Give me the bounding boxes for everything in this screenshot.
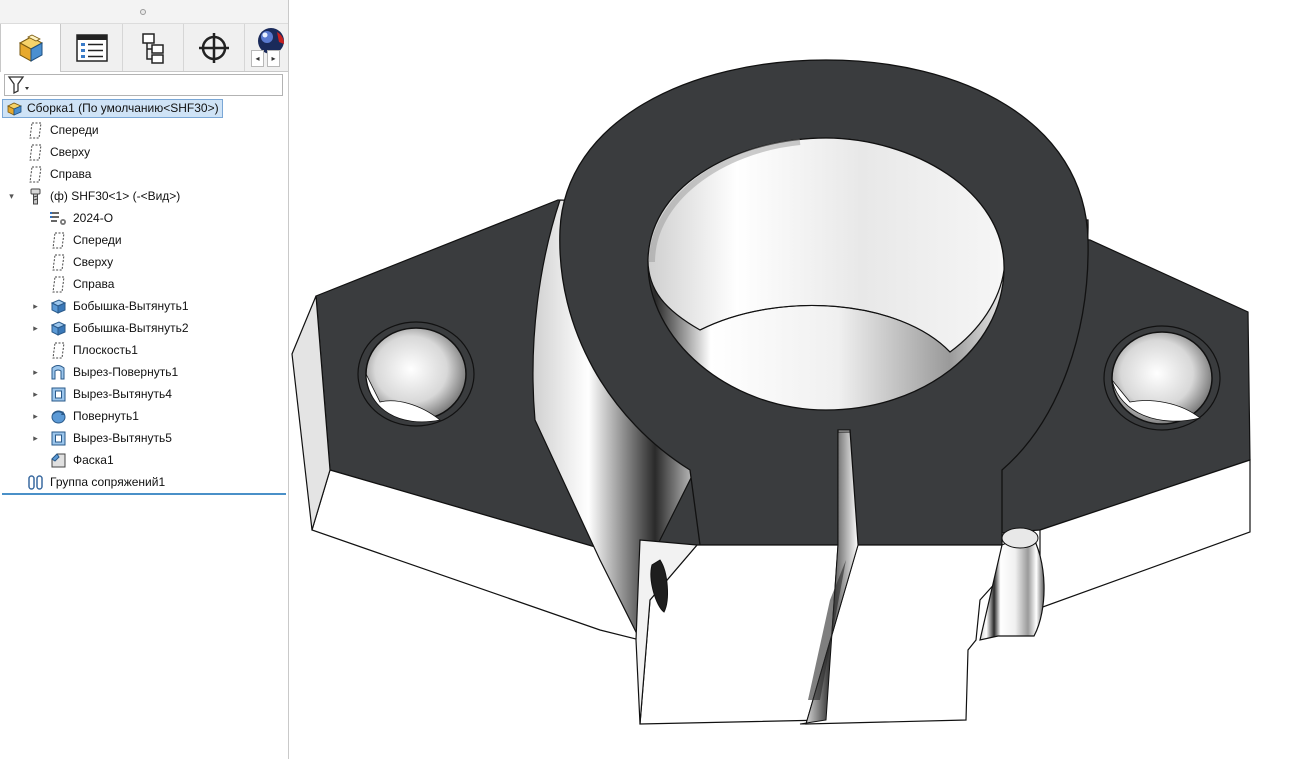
cut-extrude-icon bbox=[50, 386, 67, 403]
tree-label: Фаска1 bbox=[73, 453, 114, 467]
tree-item-chamfer1[interactable]: Фаска1 bbox=[50, 449, 114, 471]
tree-item-cut-extrude4[interactable]: Вырез-Вытянуть4 bbox=[50, 383, 172, 405]
screw-boss-face bbox=[1001, 527, 1039, 549]
tab-configurationmanager[interactable] bbox=[123, 24, 184, 71]
propertymanager-icon bbox=[76, 33, 108, 62]
root-selection: Сборка1 (По умолчанию<SHF30>) bbox=[2, 98, 223, 118]
tree-item-material[interactable]: 2024-O bbox=[50, 207, 113, 229]
tab-dimxpertmanager[interactable] bbox=[184, 24, 245, 71]
expand-arrow-icon[interactable]: ▸ bbox=[31, 368, 40, 377]
tree-item-revolve1[interactable]: Повернуть1 bbox=[50, 405, 139, 427]
expand-arrow-icon[interactable]: ▸ bbox=[31, 390, 40, 399]
tree-label: Группа сопряжений1 bbox=[50, 475, 166, 489]
tree-label: Сверху bbox=[50, 145, 91, 159]
tree-item-sub-plane-front[interactable]: Спереди bbox=[50, 229, 122, 251]
filter-icon[interactable] bbox=[7, 75, 31, 95]
expand-arrow-icon[interactable]: ▸ bbox=[31, 324, 40, 333]
shaft-support-model[interactable] bbox=[290, 0, 1289, 759]
chamfer-icon bbox=[50, 452, 67, 469]
tree-label: Вырез-Повернуть1 bbox=[73, 365, 179, 379]
graphics-area[interactable] bbox=[290, 0, 1289, 759]
tree-label: Повернуть1 bbox=[73, 409, 139, 423]
assembly-icon bbox=[6, 100, 23, 117]
tree-label: Плоскость1 bbox=[73, 343, 138, 357]
manager-tab-strip: ◂ ▸ bbox=[0, 24, 288, 72]
tree-item-cut-extrude5[interactable]: Вырез-Вытянуть5 bbox=[50, 427, 172, 449]
material-icon bbox=[50, 210, 67, 227]
grip-dot bbox=[140, 9, 146, 15]
tree-item-component[interactable]: (ф) SHF30<1> (-<Вид>) bbox=[27, 185, 180, 207]
part-component-icon bbox=[27, 188, 44, 205]
tree-label-root: Сборка1 (По умолчанию<SHF30>) bbox=[27, 101, 219, 115]
plane-icon bbox=[50, 276, 67, 293]
tree-item-boss-extrude1[interactable]: Бобышка-Вытянуть1 bbox=[50, 295, 189, 317]
tree-item-plane-front[interactable]: Спереди bbox=[27, 119, 99, 141]
tree-item-plane1[interactable]: Плоскость1 bbox=[50, 339, 138, 361]
plane-icon bbox=[27, 144, 44, 161]
plane-icon bbox=[50, 342, 67, 359]
tree-label: Бобышка-Вытянуть1 bbox=[73, 299, 189, 313]
tab-featuremanager[interactable] bbox=[0, 24, 61, 72]
tree-item-sub-plane-top[interactable]: Сверху bbox=[50, 251, 113, 273]
panel-resize-grip[interactable] bbox=[0, 0, 288, 24]
mates-icon bbox=[27, 474, 44, 491]
tree-item-mates[interactable]: Группа сопряжений1 bbox=[27, 471, 165, 493]
tab-scroll-right-button[interactable]: ▸ bbox=[267, 50, 280, 67]
filter-row bbox=[0, 72, 288, 98]
tree-item-boss-extrude2[interactable]: Бобышка-Вытянуть2 bbox=[50, 317, 189, 339]
tree-filter-box[interactable] bbox=[4, 74, 283, 96]
boss-extrude-icon bbox=[50, 298, 67, 315]
tree-item-plane-top[interactable]: Сверху bbox=[27, 141, 90, 163]
dimxpert-icon bbox=[199, 32, 229, 63]
tree-label: Вырез-Вытянуть4 bbox=[73, 387, 172, 401]
tree-label: Справа bbox=[73, 277, 115, 291]
tab-scroll-left-button[interactable]: ◂ bbox=[251, 50, 264, 67]
revolve-cut-icon bbox=[50, 364, 67, 381]
featuremanager-icon bbox=[18, 34, 43, 62]
expand-arrow-icon[interactable]: ▸ bbox=[31, 434, 40, 443]
plane-icon bbox=[50, 254, 67, 271]
plane-icon bbox=[27, 122, 44, 139]
tab-displaymanager[interactable]: ◂ ▸ bbox=[245, 24, 289, 71]
revolve-icon bbox=[50, 408, 67, 425]
tree-label: Справа bbox=[50, 167, 92, 181]
tree-label: Сверху bbox=[73, 255, 114, 269]
tree-label: (ф) SHF30<1> (-<Вид>) bbox=[50, 189, 181, 203]
expand-arrow-icon[interactable]: ▸ bbox=[31, 302, 40, 311]
tree-label: Спереди bbox=[50, 123, 99, 137]
tree-item-root-assembly[interactable]: Сборка1 (По умолчанию<SHF30>) bbox=[2, 97, 223, 119]
tree-item-sub-plane-right[interactable]: Справа bbox=[50, 273, 114, 295]
expand-arrow-icon[interactable]: ▸ bbox=[31, 412, 40, 421]
featuremanager-panel: ◂ ▸ Сборка1 (По умолчанию<SHF30>) Сперед… bbox=[0, 0, 289, 759]
tree-item-revolve-cut1[interactable]: Вырез-Повернуть1 bbox=[50, 361, 178, 383]
boss-extrude-icon bbox=[50, 320, 67, 337]
cut-extrude-icon bbox=[50, 430, 67, 447]
tree-label: Вырез-Вытянуть5 bbox=[73, 431, 172, 445]
configurationmanager-icon bbox=[142, 32, 164, 64]
tree-end-marker bbox=[2, 493, 286, 495]
tree-label: Спереди bbox=[73, 233, 122, 247]
tree-label: 2024-O bbox=[73, 211, 114, 225]
tree-label: Бобышка-Вытянуть2 bbox=[73, 321, 189, 335]
tab-propertymanager[interactable] bbox=[62, 24, 123, 71]
plane-icon bbox=[27, 166, 44, 183]
tree-item-plane-right[interactable]: Справа bbox=[27, 163, 91, 185]
plane-icon bbox=[50, 232, 67, 249]
collapse-arrow-icon[interactable]: ▾ bbox=[7, 192, 16, 201]
